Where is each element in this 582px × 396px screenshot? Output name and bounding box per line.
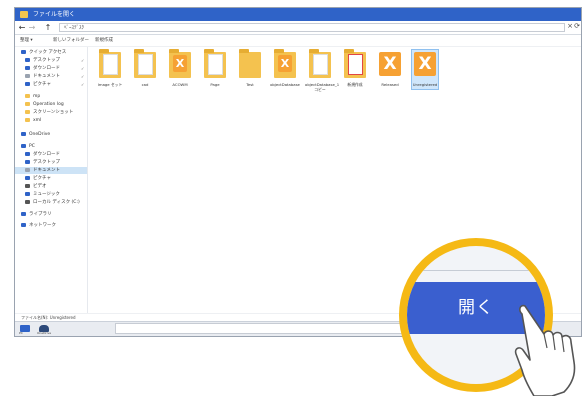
pin-icon: ✓ (81, 74, 85, 79)
file-item[interactable]: 新規作成 (340, 48, 370, 96)
sidebar-item-pc-downloads[interactable]: ダウンロード (25, 151, 60, 158)
title-bar: ファイルを開く (15, 8, 581, 21)
cloud-icon (21, 131, 26, 136)
sidebar-item-documents[interactable]: ドキュメント (25, 73, 60, 80)
sidebar-item-pc-desktop[interactable]: デスクトップ (25, 159, 60, 166)
x-app-icon: X (414, 52, 436, 76)
folder-icon (25, 101, 30, 106)
video-icon (25, 183, 30, 188)
desktop-icon (25, 57, 30, 62)
desktop-icon (25, 159, 30, 164)
documents-icon (25, 167, 30, 172)
sidebar-item-screenshots[interactable]: スクリーンショット (25, 109, 73, 116)
taskbar-label: PC (19, 331, 23, 335)
taskbar-label: OneDrive (37, 331, 52, 335)
file-item-selected[interactable]: X Unregistered (410, 48, 440, 96)
refresh-icon[interactable]: ⟳ (574, 22, 580, 30)
disk-icon (25, 199, 30, 204)
address-field[interactable]: ﾍﾞｰｽﾃﾞｽｸ (59, 23, 565, 32)
x-app-icon: X (173, 55, 187, 72)
folder-icon (25, 93, 30, 98)
document-icon (208, 54, 223, 75)
sidebar-item-onedrive[interactable]: OneDrive (21, 131, 50, 138)
sidebar-item-network[interactable]: ネットワーク (21, 222, 56, 229)
document-icon (348, 54, 363, 75)
forward-arrow-icon[interactable]: → (27, 21, 37, 34)
document-icon (103, 54, 118, 75)
navigation-pane: クイック アクセス デスクトップ ✓ ダウンロード ✓ ドキュメント ✓ ピクチ… (15, 47, 88, 314)
up-arrow-icon[interactable]: ↑ (43, 21, 53, 34)
pictures-icon (25, 175, 30, 180)
pc-icon (21, 143, 26, 148)
file-item[interactable]: cad (130, 48, 160, 96)
sidebar-item-quick-access[interactable]: クイック アクセス (21, 49, 66, 56)
new-item-button[interactable]: 新規作成 (95, 35, 113, 46)
toolbar: 整理 ▾ 新しいフォルダー 新規作成 (15, 35, 581, 47)
sidebar-item-downloads[interactable]: ダウンロード (25, 65, 60, 72)
file-item[interactable]: X Released (375, 48, 405, 96)
download-icon (25, 151, 30, 156)
sidebar-item-desktop[interactable]: デスクトップ (25, 57, 60, 64)
file-item[interactable]: Page (200, 48, 230, 96)
file-item[interactable]: objectDatabase_1 コピー (305, 48, 339, 96)
sidebar-item-local-disk[interactable]: ローカル ディスク (C:) (25, 199, 80, 206)
new-folder-button[interactable]: 新しいフォルダー (53, 35, 89, 46)
file-item[interactable]: X objectDatabase (270, 48, 300, 96)
sidebar-item-pictures[interactable]: ピクチャ (25, 81, 51, 88)
file-item[interactable]: Image セット (95, 48, 125, 96)
file-list: Image セット cad X ACOWM Page Test X object… (93, 48, 581, 100)
music-icon (25, 191, 30, 196)
app-icon (20, 11, 28, 18)
sidebar-item-libraries[interactable]: ライブラリ (21, 211, 52, 218)
sidebar-item-pc-pictures[interactable]: ピクチャ (25, 175, 51, 182)
pin-icon: ✓ (81, 82, 85, 87)
sidebar-item-pc-documents[interactable]: ドキュメント (15, 167, 87, 174)
sidebar-item-operation-log[interactable]: Operation log (25, 101, 64, 108)
pin-icon: ✓ (81, 58, 85, 63)
pin-icon: ✓ (81, 66, 85, 71)
divider (407, 270, 545, 271)
x-app-icon: X (278, 55, 292, 72)
file-item[interactable]: Test (235, 48, 265, 96)
sidebar-item-mp[interactable]: mp (25, 93, 40, 100)
download-icon (25, 65, 30, 70)
sidebar-item-videos[interactable]: ビデオ (25, 183, 47, 190)
document-icon (313, 54, 328, 75)
close-icon[interactable]: × (567, 22, 573, 30)
pointing-hand-icon (514, 304, 576, 396)
document-icon (138, 54, 153, 75)
folder-icon (239, 49, 261, 78)
back-arrow-icon[interactable]: ← (17, 21, 27, 34)
folder-icon (25, 117, 30, 122)
pictures-icon (25, 81, 30, 86)
documents-icon (25, 73, 30, 78)
network-icon (21, 222, 26, 227)
window-title: ファイルを開く (33, 11, 76, 18)
file-item[interactable]: X ACOWM (165, 48, 195, 96)
folder-icon (25, 109, 30, 114)
sidebar-item-xml[interactable]: xml (25, 117, 41, 124)
organize-button[interactable]: 整理 ▾ (20, 35, 33, 46)
sidebar-item-pc[interactable]: PC (21, 143, 35, 150)
sidebar-item-music[interactable]: ミュージック (25, 191, 60, 198)
star-icon (21, 49, 26, 54)
library-icon (21, 211, 26, 216)
address-bar: ← → ↑ ﾍﾞｰｽﾃﾞｽｸ × ⟳ (15, 21, 581, 35)
x-app-icon: X (379, 52, 401, 76)
